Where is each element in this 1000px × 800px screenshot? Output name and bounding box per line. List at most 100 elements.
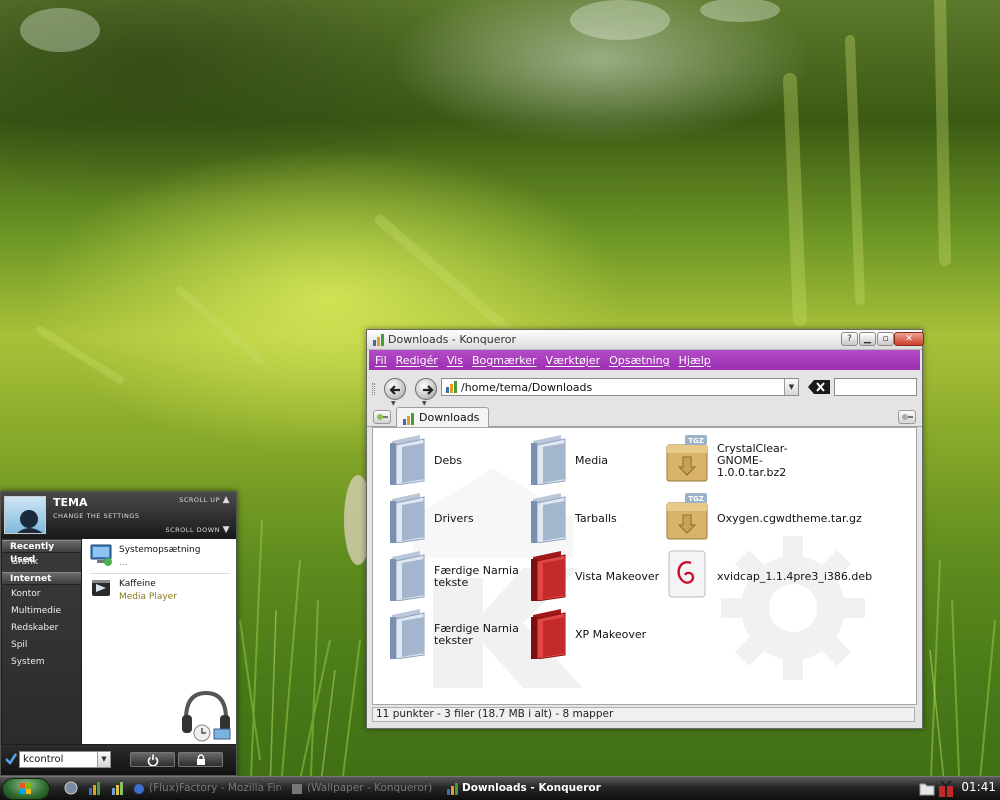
folder-tray-icon[interactable] (919, 782, 935, 799)
konqueror-location-icon (445, 381, 457, 396)
lock-button[interactable] (178, 752, 223, 767)
user-name: TEMA (53, 496, 88, 509)
item-label: XP Makeover (575, 628, 647, 641)
file-item[interactable]: xvidcap_1.1.4pre3_i386.deb (663, 549, 873, 605)
clock[interactable]: 01:41 (961, 780, 996, 794)
minimize-button[interactable]: ▁ (859, 332, 876, 346)
clear-location-button[interactable] (808, 380, 830, 397)
search-input[interactable] (834, 378, 917, 396)
maximize-button[interactable]: ▫ (877, 332, 894, 346)
location-bar[interactable]: /home/tema/Downloads ▼ (441, 378, 799, 396)
headphones-clock-icon (178, 689, 234, 746)
folder-item[interactable]: Vista Makeover (521, 549, 661, 605)
category-grafik[interactable]: Grafik (2, 554, 81, 571)
app-description: ... (119, 558, 128, 568)
folder-item[interactable]: Debs (380, 433, 520, 489)
task-downloads-konqueror[interactable]: Downloads - Konqueror (444, 779, 604, 799)
help-button[interactable]: ? (841, 332, 858, 346)
scroll-down-icon: ▼ (222, 525, 230, 535)
close-button[interactable]: ✕ (894, 332, 924, 346)
status-bar: 11 punkter - 3 filer (18.7 MB i alt) - 8… (372, 707, 915, 722)
scroll-up-button[interactable]: SCROLL UP ▲ (179, 495, 230, 505)
konqueror-quicklaunch-icon[interactable] (88, 781, 102, 798)
tarball-box-icon: TGZ (663, 433, 713, 488)
start-menu: TEMA CHANGE THE SETTINGS SCROLL UP ▲ SCR… (0, 491, 237, 776)
window-titlebar[interactable]: Downloads - Konqueror ? ▁ ▫ ✕ (367, 330, 924, 350)
file-item[interactable]: TGZ CrystalClear-GNOME-1.0.0.tar.bz2 (663, 433, 823, 489)
konqueror-app-icon (372, 334, 384, 349)
category-spil[interactable]: Spil (2, 637, 81, 654)
location-dropdown-icon[interactable]: ▼ (784, 379, 798, 395)
close-tab-button[interactable] (898, 410, 916, 424)
toolbar-handle[interactable] (372, 383, 375, 395)
forward-button[interactable] (415, 378, 437, 400)
folder-item[interactable]: Tarballs (521, 491, 661, 547)
clear-icon (808, 380, 830, 394)
start-menu-footer: kcontrol ▼ (1, 745, 236, 775)
debian-package-icon (663, 549, 713, 604)
item-label: Færdige Narnia tekste (434, 564, 519, 589)
close-tab-icon (902, 414, 913, 420)
folder-item[interactable]: Færdige Narnia tekster (380, 607, 520, 663)
run-command-input[interactable]: kcontrol ▼ (19, 751, 111, 768)
blue-folder-icon (380, 549, 430, 604)
folder-item[interactable]: Drivers (380, 491, 520, 547)
power-icon (147, 754, 159, 766)
shutdown-button[interactable] (130, 752, 175, 767)
menu-fil[interactable]: Fil (375, 354, 387, 367)
item-label: xvidcap_1.1.4pre3_i386.deb (717, 570, 873, 583)
scroll-up-icon: ▲ (222, 495, 230, 505)
folder-item[interactable]: Media (521, 433, 661, 489)
menu-hjaelp[interactable]: Hjælp (679, 354, 711, 367)
blue-folder-icon (380, 491, 430, 546)
konqueror-window: Downloads - Konqueror ? ▁ ▫ ✕ Fil Redigé… (366, 329, 924, 729)
task-firefox[interactable]: (Flux)Factory - Mozilla Firefox (131, 779, 281, 799)
file-manager-quicklaunch-icon[interactable] (111, 781, 125, 798)
menu-rediger[interactable]: Redigér (396, 354, 438, 367)
task-wallpaper-konqueror[interactable]: (Wallpaper - Konqueror) (289, 779, 439, 799)
location-text[interactable]: /home/tema/Downloads (461, 381, 592, 394)
category-redskaber[interactable]: Redskaber (2, 620, 81, 637)
blue-folder-icon (380, 607, 430, 662)
start-menu-apps: Systemopsætning ... Kaffeine Media Playe… (82, 539, 236, 744)
change-settings-link[interactable]: CHANGE THE SETTINGS (53, 512, 139, 520)
menu-opsaetning[interactable]: Opsætning (609, 354, 669, 367)
run-dropdown-icon[interactable]: ▼ (97, 752, 110, 767)
svg-text:TGZ: TGZ (688, 495, 704, 503)
menu-vis[interactable]: Vis (447, 354, 463, 367)
app-kaffeine[interactable]: Kaffeine Media Player (90, 577, 235, 605)
scroll-down-button[interactable]: SCROLL DOWN ▼ (165, 525, 230, 535)
category-system[interactable]: System (2, 654, 81, 671)
new-tab-button[interactable] (373, 410, 391, 424)
category-kontor[interactable]: Kontor (2, 586, 81, 603)
menu-bogmaerker[interactable]: Bogmærker (472, 354, 537, 367)
kaffeine-icon (90, 577, 114, 604)
globe-quicklaunch-icon[interactable] (64, 781, 78, 798)
category-recently-used[interactable]: Recently Used (2, 540, 81, 565)
run-command-text[interactable]: kcontrol (23, 754, 63, 765)
gift-tray-icon[interactable] (937, 780, 955, 800)
app-description: Media Player (119, 592, 177, 602)
item-label: Tarballs (575, 512, 617, 525)
file-view[interactable]: Debs Drivers Færdige Narnia tekste Færdi… (372, 427, 917, 705)
tab-downloads[interactable]: Downloads (396, 407, 490, 428)
avatar[interactable] (4, 496, 46, 534)
folder-item[interactable]: Færdige Narnia tekste (380, 549, 520, 605)
file-item[interactable]: TGZ Oxygen.cgwdtheme.tar.gz (663, 491, 862, 547)
menu-bar: Fil Redigér Vis Bogmærker Værktøjer Opsæ… (369, 350, 920, 370)
category-multimedie[interactable]: Multimedie (2, 603, 81, 620)
system-settings-icon (90, 543, 114, 570)
item-label: Færdige Narnia tekster (434, 622, 519, 647)
forward-arrow-icon (423, 385, 434, 395)
category-internet[interactable]: Internet (2, 572, 81, 585)
start-button[interactable] (2, 778, 50, 800)
svg-text:TGZ: TGZ (688, 437, 704, 445)
window-title: Downloads - Konqueror (388, 333, 516, 346)
folder-item[interactable]: XP Makeover (521, 607, 661, 663)
red-folder-icon (521, 549, 571, 604)
image-icon (291, 783, 303, 799)
menu-vaerktojer[interactable]: Værktøjer (546, 354, 601, 367)
app-systemopsaetning[interactable]: Systemopsætning ... (90, 543, 235, 571)
back-button[interactable] (384, 378, 406, 400)
blue-folder-icon (521, 491, 571, 546)
